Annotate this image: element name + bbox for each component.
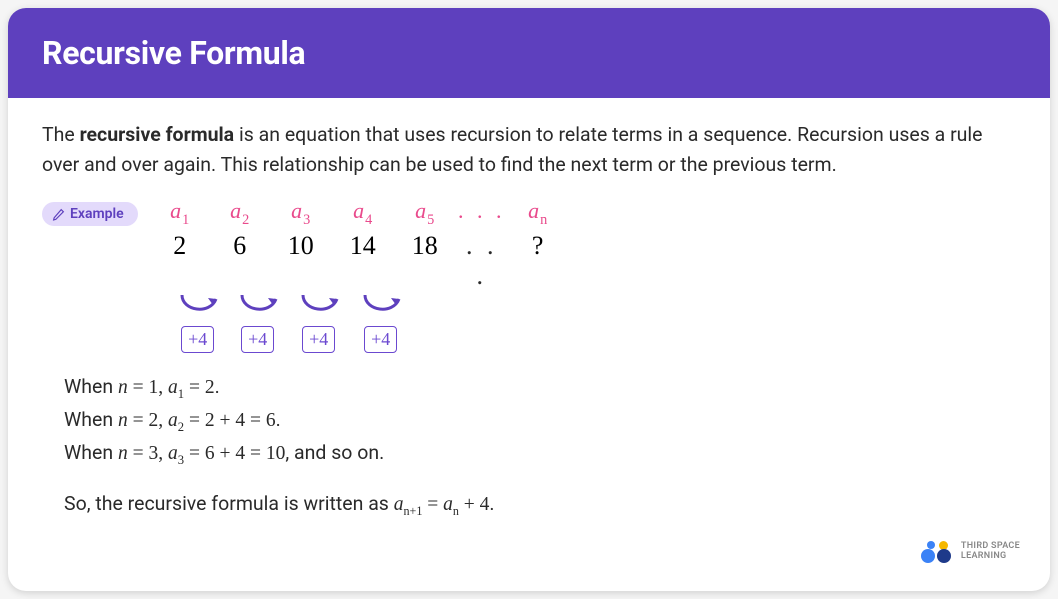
intro-prefix: The xyxy=(42,123,80,146)
conclusion: So, the recursive formula is written as … xyxy=(42,492,1016,519)
operations: +4 +4 +4 +4 xyxy=(150,326,568,353)
term-label-5: a5 xyxy=(394,198,456,228)
explain-line-3: When n = 3, a3 = 6 + 4 = 10, and so on. xyxy=(64,437,1016,470)
term-value-5: 18 xyxy=(394,231,456,291)
term-value-4: 14 xyxy=(332,231,394,291)
pencil-icon xyxy=(52,208,65,221)
intro-text: The recursive formula is an equation tha… xyxy=(42,120,1016,180)
intro-bold: recursive formula xyxy=(80,123,235,146)
header: Recursive Formula xyxy=(8,8,1050,98)
explain-line-1: When n = 1, a1 = 2. xyxy=(64,371,1016,404)
arrows xyxy=(150,291,568,324)
op-1: +4 xyxy=(168,326,228,353)
arrow-2 xyxy=(230,291,290,324)
term-value-n: ? xyxy=(508,231,568,291)
diagram: Example a1 a2 a3 a4 a5 . . . an 2 6 10 1… xyxy=(42,198,1016,352)
term-label-1: a1 xyxy=(150,198,210,228)
sequence: a1 a2 a3 a4 a5 . . . an 2 6 10 14 18 . .… xyxy=(150,198,568,352)
op-4: +4 xyxy=(350,326,412,353)
term-label-4: a4 xyxy=(332,198,394,228)
logo-icon xyxy=(919,541,953,563)
card: Recursive Formula The recursive formula … xyxy=(8,8,1050,591)
example-badge-label: Example xyxy=(70,206,124,222)
arrow-4 xyxy=(352,291,414,324)
explain-line-2: When n = 2, a2 = 2 + 4 = 6. xyxy=(64,404,1016,437)
logo-text: THIRD SPACE LEARNING xyxy=(961,542,1020,562)
term-value-2: 6 xyxy=(210,231,270,291)
term-label-dots: . . . xyxy=(456,198,508,228)
sequence-labels: a1 a2 a3 a4 a5 . . . an xyxy=(150,198,568,228)
brand-logo: THIRD SPACE LEARNING xyxy=(919,541,1020,563)
explanation: When n = 1, a1 = 2. When n = 2, a2 = 2 +… xyxy=(42,371,1016,470)
term-value-dots: . . . xyxy=(456,231,508,291)
sequence-values: 2 6 10 14 18 . . . ? xyxy=(150,231,568,291)
term-label-3: a3 xyxy=(270,198,332,228)
arrow-3 xyxy=(290,291,352,324)
op-3: +4 xyxy=(288,326,350,353)
op-2: +4 xyxy=(228,326,288,353)
term-value-3: 10 xyxy=(270,231,332,291)
term-label-2: a2 xyxy=(210,198,270,228)
term-value-1: 2 xyxy=(150,231,210,291)
arrow-1 xyxy=(170,291,230,324)
content: The recursive formula is an equation tha… xyxy=(8,98,1050,537)
term-label-n: an xyxy=(508,198,568,228)
page-title: Recursive Formula xyxy=(42,34,1016,72)
example-badge: Example xyxy=(42,202,138,226)
